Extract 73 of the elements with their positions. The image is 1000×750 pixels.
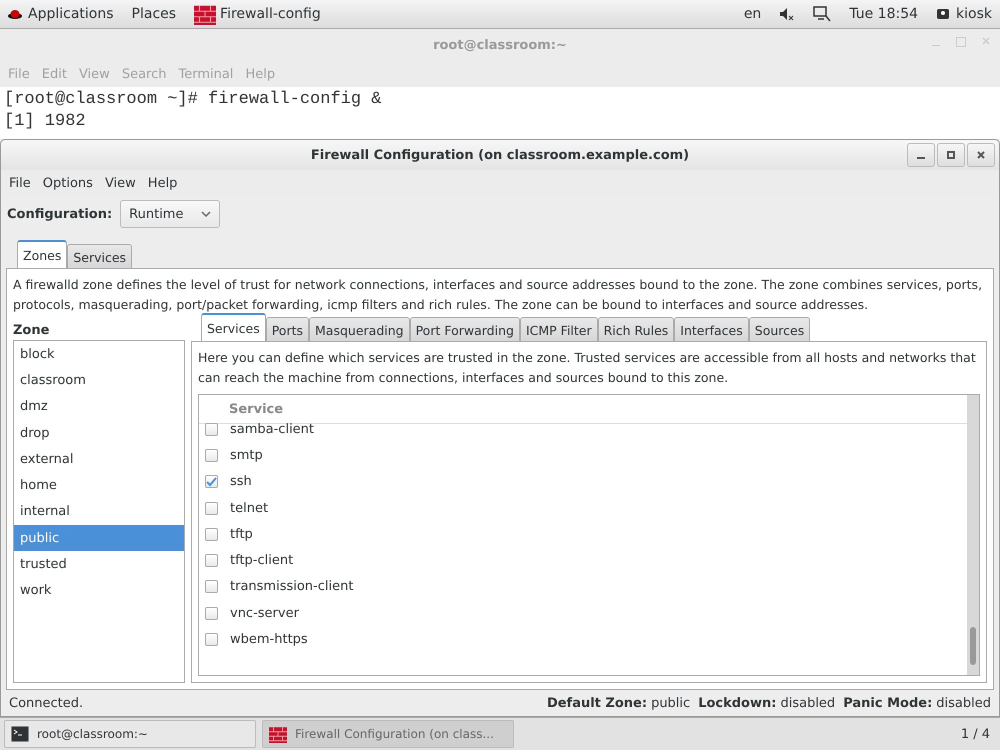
terminal-icon xyxy=(11,726,29,742)
scrollbar[interactable] xyxy=(967,395,979,675)
top-menu[interactable]: Applications xyxy=(28,6,114,22)
column-header[interactable]: Service xyxy=(229,402,284,416)
service-name: smtp xyxy=(230,448,263,463)
checkbox[interactable] xyxy=(205,606,218,620)
workspace-indicator[interactable]: 1 / 4 xyxy=(960,726,990,742)
tab[interactable]: Interfaces xyxy=(674,317,749,342)
menu-item[interactable]: View xyxy=(98,176,142,190)
tab[interactable]: Masquerading xyxy=(309,317,410,342)
service-name: vnc-server xyxy=(230,606,299,621)
terminal-line: [root@classroom ~]# firewall-config & xyxy=(4,89,382,111)
menu-item[interactable]: Help xyxy=(142,176,184,190)
status-value: disabled xyxy=(936,696,991,710)
status-label: Panic Mode: xyxy=(843,696,932,710)
status-value: public xyxy=(651,696,690,710)
terminal-line: [1] 1982 xyxy=(4,111,87,133)
service-name: tftp-client xyxy=(230,553,294,568)
top-menu[interactable]: Places xyxy=(132,6,176,22)
configuration-label: Configuration: xyxy=(7,206,112,222)
zone-description: A firewalld zone defines the level of trust for network connections, interfaces and source addresses bound to the zone. The zone combines services, ports, protocols, masquerading, port/packet forwarding, icmp filters and rich rules. The zone can be bound to interfaces and source addresses. xyxy=(13,276,984,314)
checkbox[interactable] xyxy=(205,528,218,541)
firewall-icon xyxy=(194,3,216,25)
checkbox[interactable] xyxy=(205,554,218,568)
checkbox[interactable] xyxy=(205,448,218,462)
window-title: Firewall Configuration (on classroom.example.com) xyxy=(310,148,690,162)
status-label: Lockdown: xyxy=(698,696,776,710)
service-name: transmission-client xyxy=(230,579,354,594)
connection-status: Connected. xyxy=(9,696,84,710)
taskbar-item[interactable]: root@classroom:~ xyxy=(4,720,256,748)
network-icon[interactable] xyxy=(813,6,832,22)
minimize-button[interactable] xyxy=(907,143,935,167)
window-title: root@classroom:~ xyxy=(433,38,567,52)
hat-icon xyxy=(8,8,22,20)
checkbox[interactable] xyxy=(205,422,218,436)
close-icon[interactable] xyxy=(982,37,990,45)
firewall-icon xyxy=(269,725,287,743)
tab[interactable]: Services xyxy=(201,313,266,342)
tab[interactable]: Port Forwarding xyxy=(410,317,520,342)
menu-item[interactable]: File xyxy=(3,176,37,190)
services-description: Here you can define which services are trusted in the zone. Trusted services are accessible from all hosts and networks that can reach the machine from connections, interfaces and sources bound to this zone. xyxy=(198,349,977,387)
service-name: samba-client xyxy=(230,422,314,437)
close-button[interactable] xyxy=(967,143,995,167)
service-name: wbem-https xyxy=(230,632,308,648)
tab[interactable]: Ports xyxy=(266,317,310,342)
status-label: Default Zone: xyxy=(546,696,648,710)
checkbox[interactable] xyxy=(205,633,218,646)
checkbox[interactable] xyxy=(205,580,218,594)
app-menu[interactable]: Firewall-config xyxy=(220,6,321,22)
maximize-icon xyxy=(947,151,955,159)
user-icon xyxy=(936,8,950,20)
service-name: telnet xyxy=(230,500,268,516)
menu-item[interactable]: Options xyxy=(36,176,99,190)
configuration-dropdown[interactable]: Runtime xyxy=(120,200,220,228)
taskbar-item[interactable]: Firewall Configuration (on class... xyxy=(262,720,514,748)
status-value: disabled xyxy=(780,696,836,710)
tab[interactable]: Services xyxy=(67,244,132,269)
tab[interactable]: Sources xyxy=(748,317,810,342)
tab[interactable]: Zones xyxy=(17,240,68,269)
clock[interactable]: Tue 18:54 xyxy=(849,6,918,22)
service-name: ssh xyxy=(230,474,252,490)
checkbox[interactable] xyxy=(205,475,218,488)
close-icon xyxy=(977,151,985,159)
user-menu[interactable]: kiosk xyxy=(956,6,992,22)
tab[interactable]: Rich Rules xyxy=(598,317,674,342)
tab[interactable]: ICMP Filter xyxy=(520,317,598,342)
volume-muted-icon[interactable] xyxy=(779,7,796,21)
checkbox[interactable] xyxy=(205,502,218,515)
service-name: tftp xyxy=(230,526,253,542)
maximize-button[interactable] xyxy=(937,143,965,167)
language-indicator[interactable]: en xyxy=(744,6,762,22)
caret-icon xyxy=(201,211,212,217)
zone-heading: Zone xyxy=(13,323,50,338)
